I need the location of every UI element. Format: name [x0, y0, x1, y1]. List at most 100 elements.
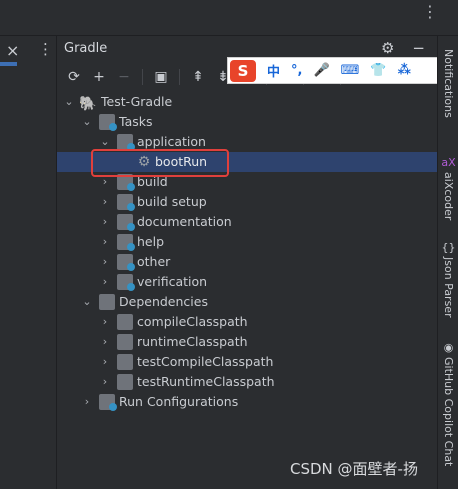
tree-label: Test-Gradle: [101, 94, 173, 109]
tree-row-dependency[interactable]: › compileClasspath: [57, 312, 437, 332]
tree-row-build-setup[interactable]: › build setup: [57, 192, 437, 212]
folder-icon: [117, 234, 135, 251]
skin-icon[interactable]: 👕: [370, 63, 386, 78]
chevron-down-icon[interactable]: ⌄: [81, 112, 93, 132]
chevron-right-icon[interactable]: ›: [99, 212, 111, 232]
chevron-right-icon[interactable]: ›: [99, 312, 111, 332]
sogou-logo-icon[interactable]: S: [230, 59, 256, 82]
gear-icon: ⚙: [137, 154, 151, 170]
tree-row-help[interactable]: › help: [57, 232, 437, 252]
chevron-right-icon[interactable]: ›: [99, 232, 111, 252]
tree-label: documentation: [137, 214, 232, 229]
toolbar-divider: [142, 69, 143, 85]
tab-github-copilot-chat[interactable]: ◉ GitHub Copilot Chat: [438, 341, 458, 466]
library-folder-icon: [117, 374, 133, 390]
aixcoder-icon: aX: [441, 156, 456, 169]
left-editor-panel: × ⋮: [0, 36, 57, 489]
chevron-down-icon[interactable]: ⌄: [63, 92, 75, 112]
title-actions: ⚙ −: [381, 39, 425, 57]
tree-label: application: [137, 134, 206, 149]
library-folder-icon: [117, 354, 133, 370]
tree-row-project[interactable]: ⌄ 🐘 Test-Gradle: [57, 92, 437, 112]
tree-row-verification[interactable]: › verification: [57, 272, 437, 292]
folder-icon: [117, 194, 135, 211]
tab-label: aiXcoder: [442, 172, 455, 221]
chevron-right-icon[interactable]: ›: [81, 392, 93, 412]
right-tool-rail: Notifications aX aiXcoder {} Json Parser…: [437, 36, 458, 489]
tree-label: Dependencies: [119, 294, 208, 309]
ime-toolbar: S 中 °, 🎤 ⌨ 👕 ⁂: [227, 57, 458, 84]
tab-label: Json Parser: [442, 257, 455, 318]
chevron-right-icon[interactable]: ›: [99, 372, 111, 392]
tree-label: build: [137, 174, 168, 189]
tab-json-parser[interactable]: {} Json Parser: [438, 241, 458, 318]
tab-aixcoder[interactable]: aX aiXcoder: [438, 156, 458, 220]
top-strip-icons: ⋮: [422, 2, 448, 21]
tree-row-run-configurations[interactable]: › Run Configurations: [57, 392, 437, 412]
tree-row-documentation[interactable]: › documentation: [57, 212, 437, 232]
braces-icon: {}: [441, 241, 456, 254]
gradle-tool-window: Gradle ⚙ − ⟳ + − ▣ ⇞ ⇟ ▦ ⌕ ϟ 🔧 ⌄ 🐘 Test-…: [57, 36, 437, 489]
folder-icon: [117, 174, 135, 191]
folder-icon: [117, 214, 135, 231]
tree-label: compileClasspath: [137, 314, 248, 329]
tree-label: testRuntimeClasspath: [137, 374, 275, 389]
microphone-icon[interactable]: 🎤: [313, 63, 329, 78]
gradle-tree: ⌄ 🐘 Test-Gradle ⌄ Tasks ⌄ application ⚙ …: [57, 92, 437, 412]
folder-icon: [99, 114, 117, 131]
tree-row-tasks[interactable]: ⌄ Tasks: [57, 112, 437, 132]
tree-row-dependencies[interactable]: ⌄ Dependencies: [57, 292, 437, 312]
tree-row-build[interactable]: › build: [57, 172, 437, 192]
copilot-icon: ◉: [443, 341, 454, 354]
folder-icon: [117, 134, 135, 151]
chevron-down-icon[interactable]: ⌄: [81, 292, 93, 312]
tree-row-dependency[interactable]: › testRuntimeClasspath: [57, 372, 437, 392]
folder-icon: [117, 254, 135, 271]
tree-row-application[interactable]: ⌄ application: [57, 132, 437, 152]
library-folder-icon: [117, 334, 133, 350]
tree-label: Run Configurations: [119, 394, 239, 409]
tree-label: runtimeClasspath: [137, 334, 248, 349]
refresh-icon[interactable]: ⟳: [65, 68, 83, 86]
folder-icon: [99, 394, 117, 411]
chevron-right-icon[interactable]: ›: [99, 172, 111, 192]
add-icon[interactable]: +: [90, 68, 108, 86]
top-strip: ⋮: [0, 0, 458, 36]
ime-punctuation-toggle[interactable]: °,: [291, 63, 302, 78]
execute-task-icon[interactable]: ▣: [152, 68, 170, 86]
tree-label: Tasks: [119, 114, 153, 129]
tree-row-other[interactable]: › other: [57, 252, 437, 272]
tree-row-dependency[interactable]: › testCompileClasspath: [57, 352, 437, 372]
chevron-right-icon[interactable]: ›: [99, 332, 111, 352]
chevron-right-icon[interactable]: ›: [99, 352, 111, 372]
tree-label: testCompileClasspath: [137, 354, 274, 369]
toolbar-divider: [179, 69, 180, 85]
tree-row-bootrun[interactable]: ⚙ bootRun: [57, 152, 437, 172]
panel-title: Gradle: [64, 41, 108, 56]
chevron-right-icon[interactable]: ›: [99, 252, 111, 272]
tree-label: other: [137, 254, 171, 269]
hide-icon[interactable]: −: [412, 39, 425, 57]
tree-label: build setup: [137, 194, 207, 209]
tree-row-dependency[interactable]: › runtimeClasspath: [57, 332, 437, 352]
remove-icon[interactable]: −: [115, 68, 133, 86]
more-icon[interactable]: ⋮: [38, 40, 53, 58]
keyboard-icon[interactable]: ⌨: [341, 63, 360, 78]
watermark: CSDN @面壁者-扬: [290, 460, 418, 478]
settings-icon[interactable]: ⚙: [381, 39, 394, 57]
apps-icon[interactable]: ⁂: [398, 63, 411, 78]
expand-all-icon[interactable]: ⇞: [189, 68, 207, 86]
library-folder-icon: [117, 314, 133, 330]
close-icon[interactable]: ×: [6, 41, 19, 60]
chevron-right-icon[interactable]: ›: [99, 192, 111, 212]
tab-label: GitHub Copilot Chat: [442, 357, 455, 467]
tab-notifications[interactable]: Notifications: [438, 46, 458, 118]
tab-label: Notifications: [442, 49, 455, 118]
ime-language-toggle[interactable]: 中: [267, 61, 280, 80]
chevron-right-icon[interactable]: ›: [99, 272, 111, 292]
tree-label: help: [137, 234, 165, 249]
folder-icon: [117, 274, 135, 291]
tree-label: bootRun: [155, 154, 208, 169]
library-folder-icon: [99, 294, 115, 310]
chevron-down-icon[interactable]: ⌄: [99, 132, 111, 152]
